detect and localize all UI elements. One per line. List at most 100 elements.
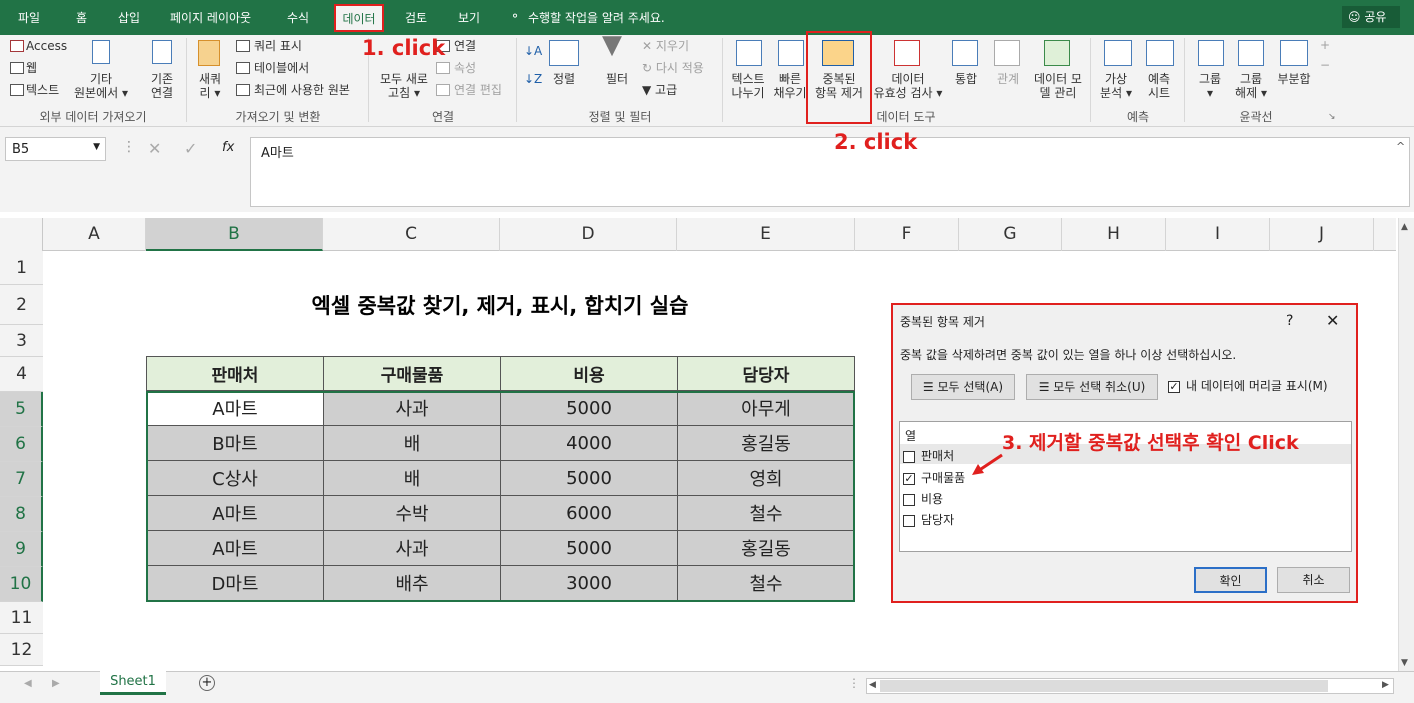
dialog-launcher-icon[interactable]: ↘ (1328, 110, 1336, 124)
properties-button[interactable]: 속성 (454, 61, 476, 75)
new-query-button[interactable]: 새쿼 리 ▾ (192, 72, 228, 100)
tab-data[interactable]: 데이터 (334, 4, 384, 32)
scrollbar-thumb[interactable] (880, 680, 1328, 692)
row-header[interactable]: 7 (0, 462, 43, 497)
table-cell[interactable]: 수박 (323, 495, 501, 531)
clear-filter-button[interactable]: ✕ 지우기 (642, 39, 689, 53)
tab-file[interactable]: 파일 (18, 9, 40, 26)
table-cell[interactable]: 홍길동 (677, 425, 855, 461)
row-header[interactable]: 12 (0, 634, 43, 666)
edit-links-button[interactable]: 연결 편집 (454, 83, 502, 97)
table-cell[interactable]: B마트 (146, 425, 324, 461)
scroll-down-icon[interactable]: ▼ (1401, 658, 1408, 668)
scroll-up-icon[interactable]: ▲ (1401, 222, 1408, 232)
connections-button[interactable]: 연결 (454, 39, 476, 53)
scroll-right-icon[interactable]: ▶ (1382, 680, 1389, 690)
existing-connections-button[interactable]: 기존 연결 (140, 72, 184, 100)
table-cell[interactable]: A마트 (146, 495, 324, 531)
cancel-button[interactable]: 취소 (1277, 567, 1350, 593)
add-sheet-icon[interactable]: + (199, 675, 215, 691)
text-to-columns-button[interactable]: 텍스트 나누기 (726, 72, 770, 100)
column-header[interactable]: I (1166, 218, 1270, 251)
refresh-all-button[interactable]: 모두 새로 고침 ▾ (372, 72, 436, 100)
sort-descending-icon[interactable]: ↓Z (524, 72, 542, 86)
table-cell[interactable]: 3000 (500, 565, 678, 601)
flash-fill-button[interactable]: 빠른 채우기 (770, 72, 810, 100)
tab-insert[interactable]: 삽입 (118, 9, 140, 26)
tell-me-search[interactable]: 수행할 작업을 알려 주세요. (528, 9, 665, 26)
tab-home[interactable]: 홈 (76, 9, 87, 26)
row-header[interactable]: 3 (0, 325, 43, 357)
help-icon[interactable]: ? (1286, 313, 1293, 329)
share-button[interactable]: ☺ 공유 (1342, 6, 1400, 28)
table-cell[interactable]: 홍길동 (677, 530, 855, 566)
show-detail-icon[interactable]: + (1320, 38, 1330, 52)
from-access-button[interactable]: Access (26, 39, 67, 53)
sort-ascending-icon[interactable]: ↓A (524, 44, 542, 58)
table-cell[interactable]: 철수 (677, 495, 855, 531)
column-header[interactable]: A (43, 218, 146, 251)
advanced-filter-button[interactable]: ▼ 고급 (642, 83, 677, 97)
group-button[interactable]: 그룹 ▾ (1192, 72, 1228, 100)
from-text-button[interactable]: 텍스트 (26, 83, 59, 97)
column-header[interactable]: H (1062, 218, 1166, 251)
table-cell[interactable]: 5000 (500, 390, 678, 426)
row-header[interactable]: 5 (0, 392, 43, 427)
column-header[interactable]: J (1270, 218, 1374, 251)
expand-formula-icon[interactable]: ^ (1396, 140, 1405, 153)
remove-duplicates-button[interactable]: 중복된 항목 제거 (810, 72, 868, 100)
ungroup-button[interactable]: 그룹 해제 ▾ (1232, 72, 1270, 100)
filter-button[interactable]: 필터 (602, 72, 632, 86)
name-box[interactable]: B5 ▼ (5, 137, 106, 161)
sheet-tab[interactable]: Sheet1 (100, 671, 166, 695)
row-header[interactable]: 9 (0, 532, 43, 567)
column-checkbox-item[interactable]: 담당자 (903, 511, 954, 528)
next-sheet-icon[interactable]: ▶ (52, 678, 60, 689)
cancel-icon[interactable]: ✕ (148, 139, 161, 158)
table-cell[interactable]: 철수 (677, 565, 855, 601)
table-cell[interactable]: 4000 (500, 425, 678, 461)
table-cell[interactable]: 배추 (323, 565, 501, 601)
tab-view[interactable]: 보기 (458, 9, 480, 26)
row-header[interactable]: 11 (0, 602, 43, 634)
table-cell[interactable]: 배 (323, 460, 501, 496)
sheet-title-cell[interactable]: 엑셀 중복값 찾기, 제거, 표시, 합치기 실습 (146, 290, 854, 320)
table-cell[interactable]: 배 (323, 425, 501, 461)
row-header[interactable]: 2 (0, 285, 43, 325)
has-headers-checkbox[interactable]: ✓ 내 데이터에 머리글 표시(M) (1168, 377, 1328, 394)
column-header[interactable]: E (677, 218, 855, 251)
table-cell[interactable]: 사과 (323, 530, 501, 566)
row-header[interactable]: 8 (0, 497, 43, 532)
unselect-all-button[interactable]: ☰ 모두 선택 취소(U) (1026, 374, 1158, 400)
table-cell[interactable]: 5000 (500, 460, 678, 496)
ok-button[interactable]: 확인 (1194, 567, 1267, 593)
sort-button[interactable]: 정렬 (549, 72, 579, 86)
table-cell[interactable]: D마트 (146, 565, 324, 601)
table-cell[interactable]: C상사 (146, 460, 324, 496)
subtotal-button[interactable]: 부분합 (1274, 72, 1314, 86)
table-cell[interactable]: A마트 (146, 530, 324, 566)
manage-data-model-button[interactable]: 데이터 모델 관리 (1030, 72, 1086, 100)
data-validation-button[interactable]: 데이터 유효성 검사 ▾ (870, 72, 946, 100)
column-header[interactable]: B (146, 218, 323, 251)
column-header[interactable]: D (500, 218, 677, 251)
tab-page-layout[interactable]: 페이지 레이아웃 (170, 9, 251, 26)
show-queries-button[interactable]: 쿼리 표시 (254, 39, 302, 53)
table-cell[interactable]: 아무게 (677, 390, 855, 426)
what-if-analysis-button[interactable]: 가상 분석 ▾ (1094, 72, 1138, 100)
relationships-button[interactable]: 관계 (990, 72, 1026, 86)
column-header[interactable]: G (959, 218, 1062, 251)
close-icon[interactable]: ✕ (1326, 311, 1339, 330)
row-header[interactable]: 6 (0, 427, 43, 462)
table-header-cell[interactable]: 비용 (500, 356, 678, 391)
column-header[interactable]: F (855, 218, 959, 251)
recent-sources-button[interactable]: 최근에 사용한 원본 (254, 83, 350, 97)
column-header[interactable]: C (323, 218, 500, 251)
table-header-cell[interactable]: 담당자 (677, 356, 855, 391)
scroll-left-icon[interactable]: ◀ (869, 680, 876, 690)
tab-review[interactable]: 검토 (405, 9, 427, 26)
chevron-down-icon[interactable]: ▼ (93, 142, 100, 152)
from-web-button[interactable]: 웹 (26, 61, 37, 75)
row-header[interactable]: 4 (0, 357, 43, 392)
other-sources-button[interactable]: 기타 원본에서 ▾ (70, 72, 132, 100)
